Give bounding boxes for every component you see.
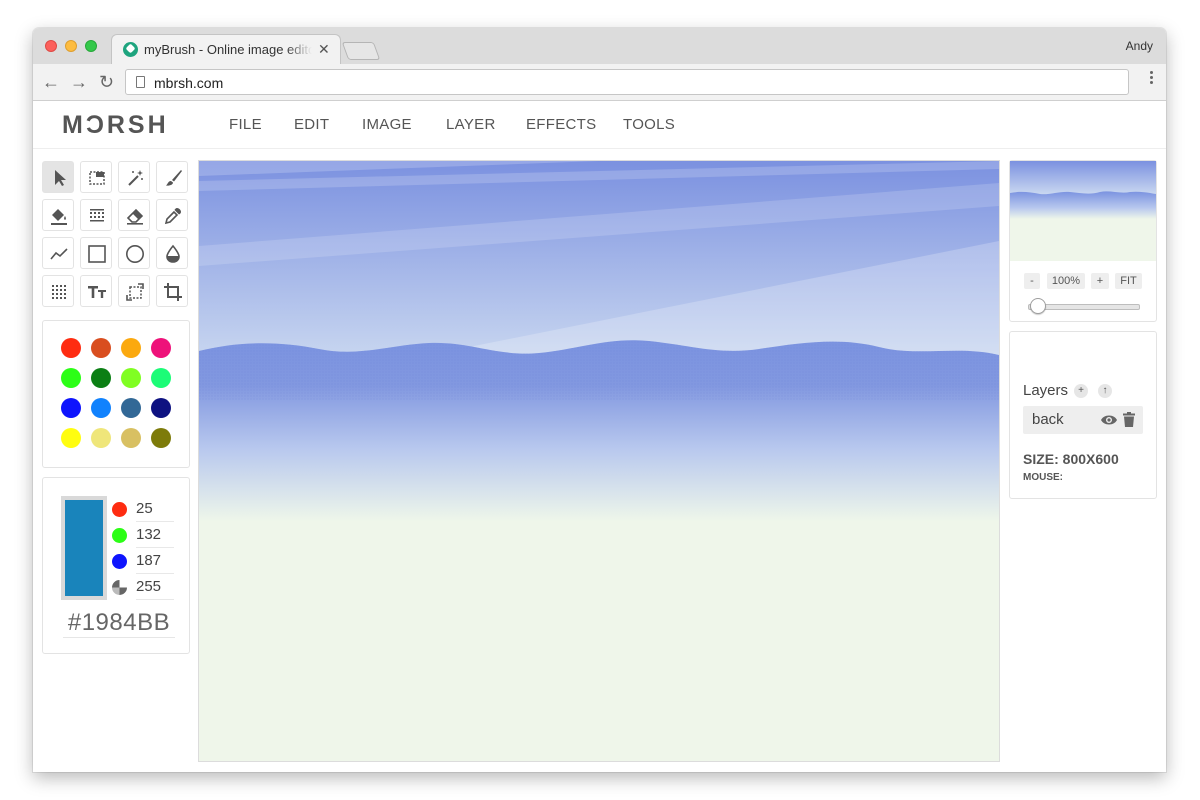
navigator-thumbnail[interactable] bbox=[1010, 161, 1156, 261]
layer-item[interactable]: back bbox=[1023, 406, 1143, 434]
tool-text-icon[interactable] bbox=[80, 275, 112, 307]
layers-title: Layers bbox=[1023, 382, 1069, 399]
reload-icon[interactable]: ↻ bbox=[99, 70, 114, 94]
tool-rectangle-icon[interactable] bbox=[80, 237, 112, 269]
tab-strip: myBrush - Online image editor ✕ Andy bbox=[33, 28, 1166, 64]
zoom-level[interactable]: 100% bbox=[1047, 273, 1085, 289]
palette-swatch[interactable] bbox=[91, 428, 111, 448]
page-icon bbox=[136, 76, 145, 88]
palette-swatch[interactable] bbox=[151, 398, 171, 418]
tool-line-icon[interactable] bbox=[42, 237, 74, 269]
palette-swatch[interactable] bbox=[151, 428, 171, 448]
move-layer-up-button[interactable]: ↑ bbox=[1098, 384, 1112, 398]
image-canvas[interactable] bbox=[198, 160, 1000, 762]
menu-image[interactable]: IMAGE bbox=[362, 116, 412, 133]
add-layer-button[interactable]: + bbox=[1074, 384, 1088, 398]
palette-swatch[interactable] bbox=[91, 398, 111, 418]
forward-arrow-icon[interactable]: → bbox=[70, 70, 88, 94]
palette-swatch[interactable] bbox=[151, 368, 171, 388]
browser-window: myBrush - Online image editor ✕ Andy ← →… bbox=[33, 28, 1166, 772]
tool-paint-bucket-icon[interactable] bbox=[42, 199, 74, 231]
palette-swatch[interactable] bbox=[61, 428, 81, 448]
mouse-position-label: MOUSE: bbox=[1023, 472, 1063, 483]
tool-drop-icon[interactable] bbox=[156, 237, 188, 269]
tool-circle-icon[interactable] bbox=[118, 237, 150, 269]
tool-rect-select-icon[interactable] bbox=[80, 161, 112, 193]
blue-value[interactable]: 187 bbox=[136, 552, 174, 574]
browser-toolbar: ← → ↻ mbrsh.com bbox=[33, 64, 1166, 101]
address-bar-url[interactable]: mbrsh.com bbox=[154, 75, 223, 91]
tab-close-icon[interactable]: ✕ bbox=[318, 41, 330, 58]
zoom-window-button[interactable] bbox=[85, 40, 97, 52]
browser-menu-icon[interactable] bbox=[1150, 71, 1154, 86]
trash-icon[interactable] bbox=[1123, 412, 1135, 427]
zoom-out-button[interactable]: - bbox=[1024, 273, 1040, 289]
browser-tab-active[interactable]: myBrush - Online image editor ✕ bbox=[111, 34, 341, 64]
tool-pattern-icon[interactable] bbox=[80, 199, 112, 231]
menu-tools[interactable]: TOOLS bbox=[623, 116, 675, 133]
red-value[interactable]: 25 bbox=[136, 500, 174, 522]
tool-crop-icon[interactable] bbox=[156, 275, 188, 307]
palette-swatch[interactable] bbox=[61, 398, 81, 418]
menu-file[interactable]: FILE bbox=[229, 116, 262, 133]
current-color-swatch[interactable] bbox=[61, 496, 107, 600]
back-arrow-icon[interactable]: ← bbox=[42, 70, 60, 94]
green-channel-icon bbox=[112, 528, 127, 543]
menu-effects[interactable]: EFFECTS bbox=[526, 116, 596, 133]
canvas-size-label: SIZE: 800X600 bbox=[1023, 451, 1119, 467]
tab-title: myBrush - Online image editor bbox=[144, 42, 312, 57]
canvas-image[interactable] bbox=[199, 161, 999, 761]
zoom-slider-handle[interactable] bbox=[1029, 298, 1046, 314]
palette-swatch[interactable] bbox=[61, 338, 81, 358]
menu-edit[interactable]: EDIT bbox=[294, 116, 329, 133]
zoom-in-button[interactable]: + bbox=[1091, 273, 1109, 289]
tool-crop-selection-icon[interactable] bbox=[118, 275, 150, 307]
hex-color-value[interactable]: #1984BB bbox=[63, 609, 175, 638]
app-header: MƆRSH FILE EDIT IMAGE LAYER EFFECTS TOOL… bbox=[33, 101, 1166, 149]
tool-eraser-icon[interactable] bbox=[118, 199, 150, 231]
palette-swatch[interactable] bbox=[121, 338, 141, 358]
minimize-window-button[interactable] bbox=[65, 40, 77, 52]
eye-icon[interactable] bbox=[1100, 413, 1118, 427]
alpha-channel-icon bbox=[112, 580, 127, 595]
alpha-value[interactable]: 255 bbox=[136, 578, 174, 600]
app-logo: MƆRSH bbox=[62, 111, 169, 139]
profile-name[interactable]: Andy bbox=[1126, 39, 1153, 53]
menu-layer[interactable]: LAYER bbox=[446, 116, 496, 133]
zoom-fit-button[interactable]: FIT bbox=[1115, 273, 1142, 289]
new-tab-button[interactable] bbox=[341, 42, 381, 60]
mybrush-favicon-icon bbox=[123, 42, 138, 57]
palette-swatch[interactable] bbox=[121, 368, 141, 388]
palette-swatch[interactable] bbox=[91, 338, 111, 358]
close-window-button[interactable] bbox=[45, 40, 57, 52]
tool-eyedropper-icon[interactable] bbox=[156, 199, 188, 231]
green-value[interactable]: 132 bbox=[136, 526, 174, 548]
navigator-panel: - 100% + FIT bbox=[1009, 160, 1157, 322]
layers-panel: Layers + ↑ back SIZE: 800X600 MOUSE: bbox=[1009, 331, 1157, 499]
tool-brush-icon[interactable] bbox=[156, 161, 188, 193]
layer-name: back bbox=[1032, 411, 1064, 428]
address-bar[interactable]: mbrsh.com bbox=[125, 69, 1129, 95]
red-channel-icon bbox=[112, 502, 127, 517]
tool-grid-icon[interactable] bbox=[42, 275, 74, 307]
palette-swatch[interactable] bbox=[121, 428, 141, 448]
tool-select-arrow-icon[interactable] bbox=[42, 161, 74, 193]
tool-magic-wand-icon[interactable] bbox=[118, 161, 150, 193]
palette-swatch[interactable] bbox=[151, 338, 171, 358]
palette-swatch[interactable] bbox=[121, 398, 141, 418]
color-picker-panel: 25 132 187 255 #1984BB bbox=[42, 477, 190, 654]
palette-swatch[interactable] bbox=[61, 368, 81, 388]
blue-channel-icon bbox=[112, 554, 127, 569]
palette-swatch[interactable] bbox=[91, 368, 111, 388]
